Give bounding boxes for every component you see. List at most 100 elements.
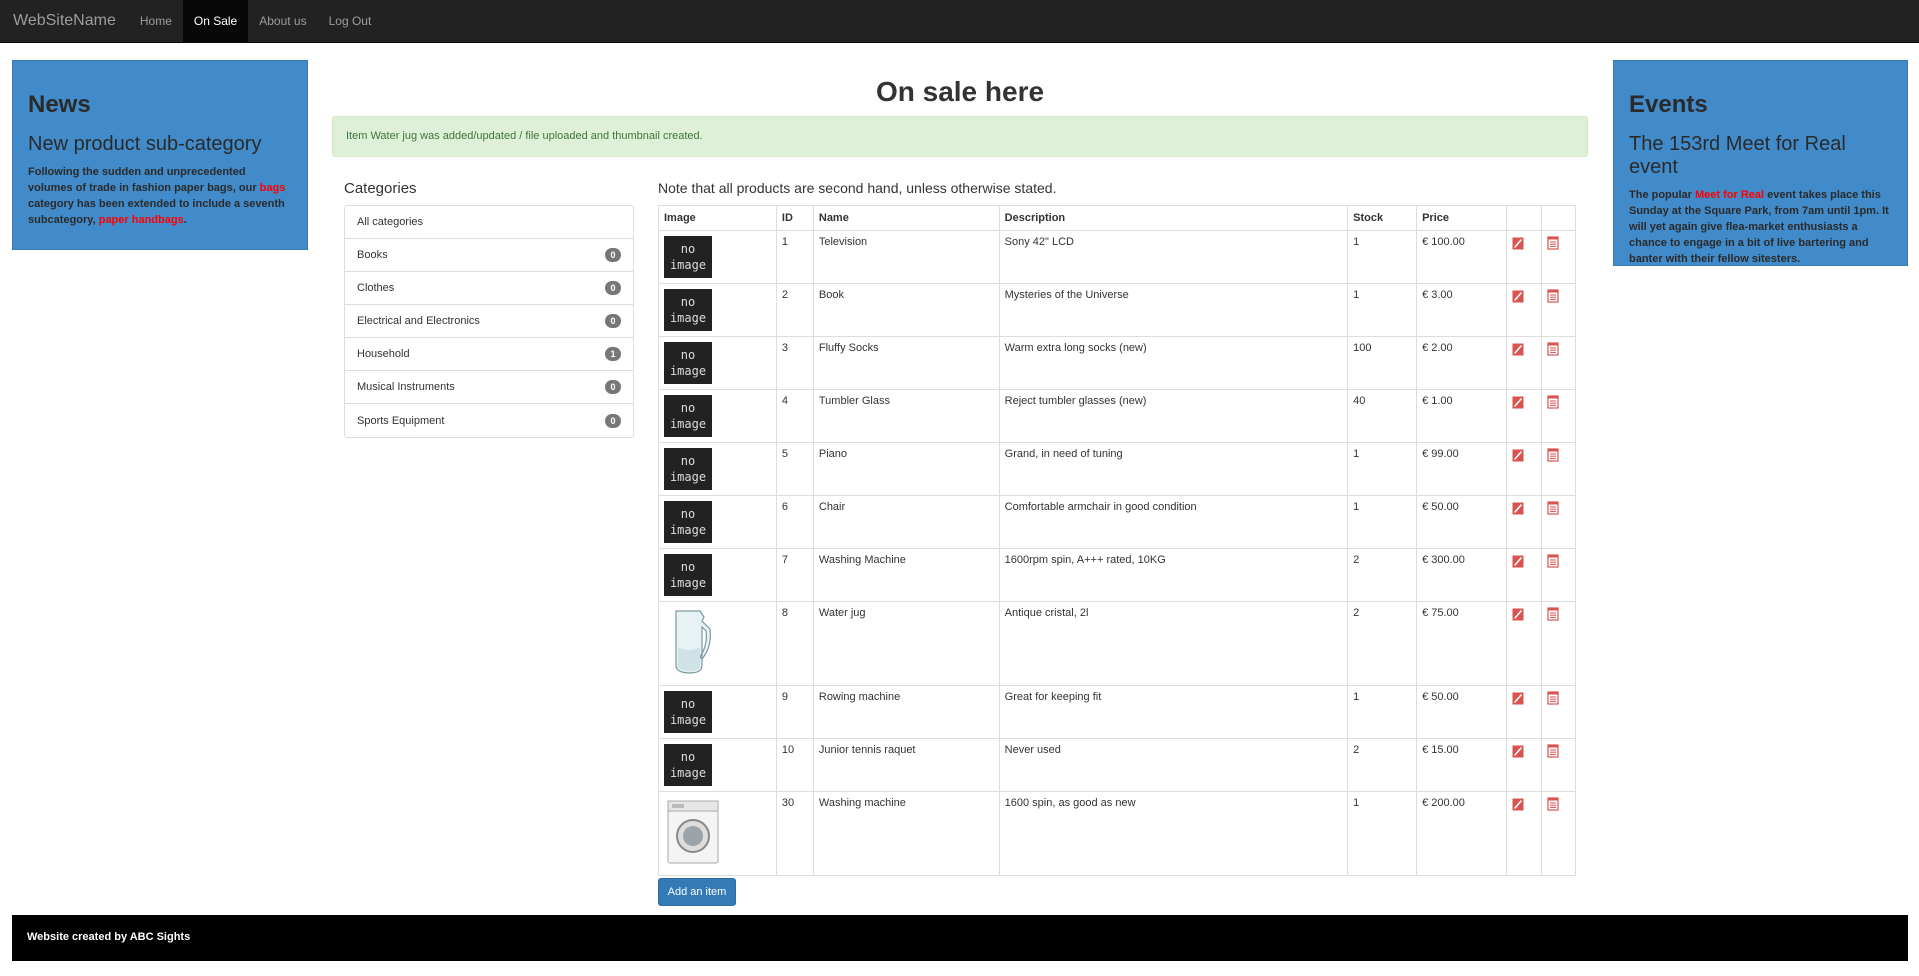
cell-edit	[1505, 548, 1542, 602]
add-item-button[interactable]: Add an item	[658, 878, 736, 906]
edit-icon[interactable]	[1512, 396, 1524, 412]
cell-edit	[1505, 283, 1542, 337]
cell-edit	[1505, 685, 1542, 739]
delete-icon[interactable]	[1547, 289, 1559, 306]
cell-price: € 50.00	[1416, 495, 1507, 549]
delete-icon[interactable]	[1547, 691, 1559, 708]
cell-price: € 3.00	[1416, 283, 1507, 337]
cell-id: 4	[775, 389, 814, 443]
category-label: Household	[357, 348, 410, 360]
meet-for-real-link[interactable]: Meet for Real	[1695, 189, 1764, 201]
delete-icon[interactable]	[1547, 797, 1559, 814]
edit-icon[interactable]	[1512, 798, 1524, 814]
cell-price: € 100.00	[1416, 230, 1507, 284]
category-all[interactable]: All categories	[345, 206, 633, 239]
no-image-placeholder: no image	[664, 691, 712, 733]
cell-name: Junior tennis raquet	[812, 738, 1000, 792]
edit-icon[interactable]	[1512, 502, 1524, 518]
cell-edit	[1505, 601, 1542, 686]
cell-description: Never used	[998, 738, 1349, 792]
category-clothes[interactable]: Clothes 0	[345, 272, 633, 305]
category-household[interactable]: Household 1	[345, 338, 633, 371]
events-text: The popular Meet for Real event takes pl…	[1629, 187, 1892, 267]
top-navbar: WebSiteName Home On Sale About us Log Ou…	[0, 0, 1919, 43]
no-image-text: image	[669, 311, 707, 325]
no-image-placeholder: no image	[664, 289, 712, 331]
edit-icon[interactable]	[1512, 745, 1524, 761]
table-row: no image 1 Television Sony 42" LCD 1 € 100.00	[658, 230, 1577, 284]
categories-list: All categories Books 0 Clothes 0 Electrica…	[344, 205, 634, 438]
nav-home[interactable]: Home	[129, 0, 183, 42]
delete-icon[interactable]	[1547, 236, 1559, 253]
bags-link[interactable]: bags	[260, 182, 286, 194]
delete-icon[interactable]	[1547, 501, 1559, 518]
nav-about-us[interactable]: About us	[248, 0, 317, 42]
cell-image: no image	[658, 230, 777, 284]
cell-id: 10	[775, 738, 814, 792]
category-label: Clothes	[357, 282, 395, 294]
cell-image: no image	[658, 495, 777, 549]
cell-delete	[1540, 738, 1577, 792]
edit-icon[interactable]	[1512, 608, 1524, 624]
category-books[interactable]: Books 0	[345, 239, 633, 272]
count-badge: 1	[605, 347, 621, 361]
no-image-text: no	[680, 507, 696, 521]
cell-description: Sony 42" LCD	[998, 230, 1349, 284]
categories-heading: Categories	[344, 180, 417, 197]
news-text: Following the sudden and unprecedented v…	[28, 164, 292, 228]
no-image-placeholder: no image	[664, 744, 712, 786]
cell-stock: 1	[1347, 442, 1418, 496]
cell-stock: 1	[1347, 283, 1418, 337]
cell-delete	[1540, 442, 1577, 496]
table-row: no image 7 Washing Machine 1600rpm spin, A++…	[658, 548, 1577, 602]
column-header-delete	[1540, 205, 1577, 231]
cell-price: € 99.00	[1416, 442, 1507, 496]
cell-delete	[1540, 230, 1577, 284]
cell-id: 30	[775, 791, 814, 876]
delete-icon[interactable]	[1547, 448, 1559, 465]
count-badge: 0	[605, 314, 621, 328]
category-sports[interactable]: Sports Equipment 0	[345, 404, 633, 437]
edit-icon[interactable]	[1512, 555, 1524, 571]
page-title: On sale here	[875, 76, 1045, 107]
nav-log-out[interactable]: Log Out	[318, 0, 383, 42]
cell-id: 6	[775, 495, 814, 549]
count-badge: 0	[605, 248, 621, 262]
news-text-part: Following the sudden and unprecedented v…	[28, 166, 260, 194]
cell-image: no image	[658, 738, 777, 792]
edit-icon[interactable]	[1512, 237, 1524, 253]
no-image-text: image	[669, 417, 707, 431]
footer-text: Website created by ABC Sights	[27, 931, 191, 943]
brand-link[interactable]: WebSiteName	[0, 0, 129, 42]
cell-delete	[1540, 791, 1577, 876]
delete-icon[interactable]	[1547, 607, 1559, 624]
cell-stock: 2	[1347, 548, 1418, 602]
edit-icon[interactable]	[1512, 290, 1524, 306]
cell-stock: 1	[1347, 685, 1418, 739]
category-label: Books	[357, 249, 388, 261]
cell-edit	[1505, 738, 1542, 792]
cell-name: Water jug	[812, 601, 1000, 686]
cell-name: Television	[812, 230, 1000, 284]
delete-icon[interactable]	[1547, 554, 1559, 571]
paper-handbags-link[interactable]: paper handbags	[99, 214, 184, 226]
edit-icon[interactable]	[1512, 343, 1524, 359]
edit-icon[interactable]	[1512, 449, 1524, 465]
delete-icon[interactable]	[1547, 744, 1559, 761]
cell-stock: 1	[1347, 495, 1418, 549]
table-row: 30 Washing machine 1600 spin, as good as n…	[658, 791, 1577, 876]
category-musical[interactable]: Musical Instruments 0	[345, 371, 633, 404]
cell-name: Tumbler Glass	[812, 389, 1000, 443]
edit-icon[interactable]	[1512, 692, 1524, 708]
cell-delete	[1540, 389, 1577, 443]
no-image-text: image	[669, 766, 707, 780]
nav-on-sale[interactable]: On Sale	[182, 0, 249, 42]
table-row: no image 9 Rowing machine Great for keeping …	[658, 685, 1577, 739]
no-image-text: image	[669, 713, 707, 727]
no-image-placeholder: no image	[664, 395, 712, 437]
no-image-text: no	[680, 348, 696, 362]
delete-icon[interactable]	[1547, 395, 1559, 412]
delete-icon[interactable]	[1547, 342, 1559, 359]
no-image-text: no	[680, 295, 696, 309]
category-electrical[interactable]: Electrical and Electronics 0	[345, 305, 633, 338]
